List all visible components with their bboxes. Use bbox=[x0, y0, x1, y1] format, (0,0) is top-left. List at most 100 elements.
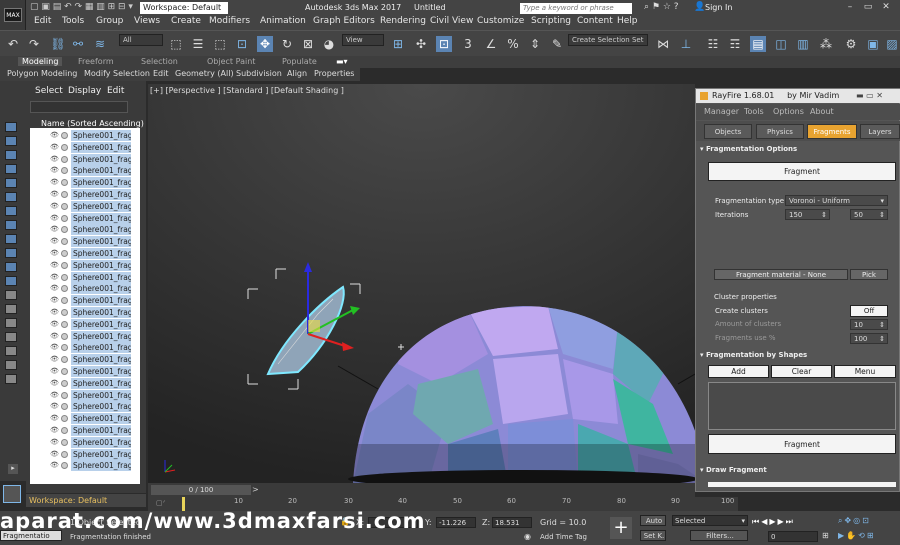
workspace-label[interactable]: Workspace: Default bbox=[26, 494, 146, 507]
visibility-eye-icon[interactable]: 👁 bbox=[50, 143, 59, 151]
tab-selection[interactable]: Selection bbox=[141, 57, 178, 66]
material-editor-icon[interactable]: ⁂ bbox=[818, 36, 834, 52]
list-item[interactable]: 👁 Sphere001_frag_ bbox=[50, 413, 140, 425]
visibility-eye-icon[interactable]: 👁 bbox=[50, 202, 59, 210]
sort-column-header[interactable]: Name (Sorted Ascending) bbox=[41, 119, 144, 128]
pivot-icon[interactable]: ⊞ bbox=[390, 36, 406, 52]
list-item[interactable]: 👁 Sphere001_frag_ bbox=[50, 130, 140, 141]
playback-controls[interactable]: ⏮◀▶▶⏭ bbox=[752, 517, 795, 527]
display-all-icon[interactable] bbox=[5, 290, 17, 300]
auto-key-button[interactable]: Auto bbox=[640, 515, 666, 526]
visibility-eye-icon[interactable]: 👁 bbox=[50, 414, 59, 422]
pick-material-button[interactable]: Pick bbox=[850, 269, 888, 280]
visibility-eye-icon[interactable]: 👁 bbox=[50, 284, 59, 292]
user-icon[interactable]: 👤 bbox=[694, 2, 705, 12]
app-logo[interactable]: MAX bbox=[0, 0, 26, 30]
menu-modifiers[interactable]: Modifiers bbox=[209, 16, 250, 26]
visibility-eye-icon[interactable]: 👁 bbox=[50, 131, 59, 139]
rayfire-window-controls[interactable]: ▬ ▭ ✕ bbox=[856, 89, 883, 103]
rotate-icon[interactable]: ↻ bbox=[279, 36, 295, 52]
visibility-eye-icon[interactable]: 👁 bbox=[50, 402, 59, 410]
rayfire-tab-layers[interactable]: Layers bbox=[860, 124, 900, 139]
create-clusters-toggle[interactable]: Off bbox=[850, 305, 888, 317]
rayfire-menu-tools[interactable]: Tools bbox=[744, 107, 764, 116]
layer-explorer-icon[interactable]: ☶ bbox=[727, 36, 743, 52]
rayfire-title-bar[interactable]: RayFire 1.68.01 by Mir Vadim ▬ ▭ ✕ bbox=[696, 89, 900, 103]
visibility-eye-icon[interactable]: 👁 bbox=[50, 190, 59, 198]
scene-tab-edit[interactable]: Edit bbox=[107, 86, 124, 96]
freeze-toggle-icon[interactable] bbox=[61, 309, 68, 316]
list-item[interactable]: 👁 Sphere001_frag_ bbox=[50, 271, 140, 283]
track-bar-toggle-icon[interactable]: ▢ᐟ bbox=[156, 499, 166, 507]
fragment-button[interactable]: Fragment bbox=[708, 162, 896, 181]
freeze-toggle-icon[interactable] bbox=[61, 250, 68, 257]
mirror-icon[interactable]: ⋈ bbox=[655, 36, 671, 52]
list-item[interactable]: 👁 Sphere001_frag_ bbox=[50, 330, 140, 342]
rendered-frame-window-icon[interactable]: ▣ bbox=[865, 36, 881, 52]
freeze-toggle-icon[interactable] bbox=[61, 438, 68, 446]
tab-modeling[interactable]: Modeling bbox=[18, 57, 63, 66]
fragmentation-options-header[interactable]: ▾ Fragmentation Options bbox=[700, 145, 797, 153]
menu-content[interactable]: Content bbox=[577, 16, 613, 26]
list-item[interactable]: 👁 Sphere001_frag_ bbox=[50, 165, 140, 177]
list-item[interactable]: 👁 Sphere001_frag_ bbox=[50, 236, 140, 248]
tab-object-paint[interactable]: Object Paint bbox=[207, 57, 255, 66]
curve-editor-icon[interactable]: ◫ bbox=[773, 36, 789, 52]
freeze-toggle-icon[interactable] bbox=[61, 450, 68, 458]
visibility-eye-icon[interactable]: 👁 bbox=[50, 379, 59, 387]
rayfire-menu-about[interactable]: About bbox=[810, 107, 834, 116]
select-object-icon[interactable]: ⬚ bbox=[168, 36, 184, 52]
rayfire-menu-options[interactable]: Options bbox=[773, 107, 804, 116]
list-item[interactable]: 👁 Sphere001_frag_ bbox=[50, 224, 140, 236]
expand-arrow-icon[interactable]: ▸ bbox=[8, 464, 18, 474]
rayfire-tab-objects[interactable]: Objects bbox=[704, 124, 752, 139]
maximize-icon[interactable]: ▭ bbox=[860, 2, 876, 14]
scene-tab-display[interactable]: Display bbox=[68, 86, 101, 96]
rectangular-selection-icon[interactable]: ⬚ bbox=[212, 36, 228, 52]
clear-shapes-button[interactable]: Clear bbox=[771, 365, 832, 378]
scene-filter-input[interactable] bbox=[30, 101, 128, 113]
visibility-eye-icon[interactable]: 👁 bbox=[50, 438, 59, 446]
keyboard-shortcut-icon[interactable]: ⊡ bbox=[436, 36, 452, 52]
visibility-eye-icon[interactable]: 👁 bbox=[50, 225, 59, 233]
freeze-toggle-icon[interactable] bbox=[61, 368, 68, 375]
ribbon-options-icon[interactable]: ▬▾ bbox=[336, 57, 348, 66]
ribbon-subdivision[interactable]: Subdivision bbox=[236, 69, 282, 78]
select-manipulate-icon[interactable]: ✣ bbox=[413, 36, 429, 52]
draw-fragment-header[interactable]: ▾ Draw Fragment bbox=[700, 466, 767, 474]
list-item[interactable]: 👁 Sphere001_frag_ bbox=[50, 389, 140, 401]
z-coordinate-field[interactable]: 18.531 bbox=[492, 517, 532, 528]
sign-in-link[interactable]: Sign In bbox=[705, 3, 732, 12]
iterations-secondary-spinner[interactable]: 50 ⇕ bbox=[850, 209, 888, 220]
display-frozen-icon[interactable] bbox=[5, 262, 17, 272]
display-cameras-icon[interactable] bbox=[5, 164, 17, 174]
freeze-toggle-icon[interactable] bbox=[61, 191, 68, 198]
viewport-navigation-controls[interactable]: ⌕✥◎⊡ bbox=[838, 516, 871, 526]
menu-views[interactable]: Views bbox=[134, 16, 160, 26]
time-config-icon[interactable]: ⊞ bbox=[822, 531, 829, 540]
fragment-by-shapes-button[interactable]: Fragment bbox=[708, 434, 896, 454]
freeze-toggle-icon[interactable] bbox=[61, 202, 68, 210]
search-input[interactable]: Type a keyword or phrase bbox=[520, 3, 632, 14]
visibility-eye-icon[interactable]: 👁 bbox=[50, 166, 59, 174]
find-icon[interactable] bbox=[5, 374, 17, 384]
scene-tab-select[interactable]: Select bbox=[35, 86, 63, 96]
viewport-layout-icon[interactable] bbox=[3, 485, 21, 503]
list-item[interactable]: 👁 Sphere001_frag_ bbox=[50, 153, 140, 165]
list-item[interactable]: 👁 Sphere001_frag_ bbox=[50, 342, 140, 354]
display-bones-icon[interactable] bbox=[5, 234, 17, 244]
visibility-eye-icon[interactable]: 👁 bbox=[50, 249, 59, 257]
list-item[interactable]: 👁 Sphere001_frag_ bbox=[50, 318, 140, 330]
fragments-use-spinner[interactable]: 100 ⇕ bbox=[850, 333, 888, 344]
scene-explorer-icon[interactable]: ☷ bbox=[705, 36, 721, 52]
minimize-icon[interactable]: – bbox=[842, 2, 858, 14]
align-icon[interactable]: ⊥ bbox=[678, 36, 694, 52]
fragment-material-button[interactable]: Fragment material - None bbox=[714, 269, 848, 280]
visibility-eye-icon[interactable]: 👁 bbox=[50, 320, 59, 328]
render-setup-icon[interactable]: ⚙ bbox=[843, 36, 859, 52]
visibility-eye-icon[interactable]: 👁 bbox=[50, 261, 59, 269]
spinner-snap-icon[interactable]: ⇕ bbox=[527, 36, 543, 52]
menu-rendering[interactable]: Rendering bbox=[380, 16, 426, 26]
ribbon-toggle-icon[interactable]: ▤ bbox=[750, 36, 766, 52]
visibility-eye-icon[interactable]: 👁 bbox=[50, 155, 59, 163]
